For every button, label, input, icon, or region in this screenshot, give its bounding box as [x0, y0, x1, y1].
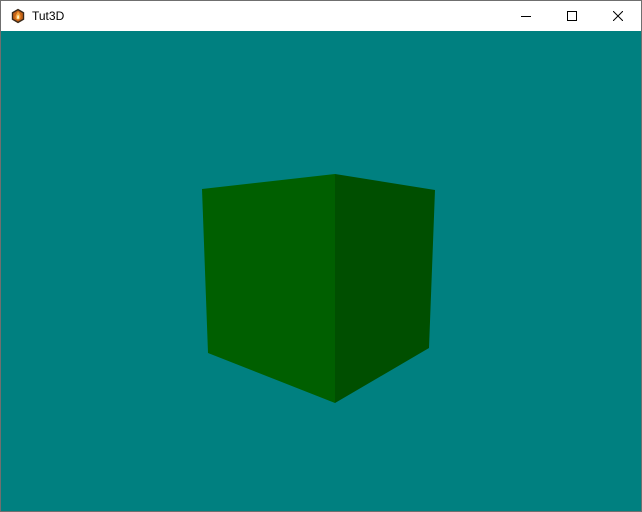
scene-canvas [1, 31, 641, 511]
close-button[interactable] [595, 1, 641, 31]
maximize-icon [567, 11, 577, 21]
title-bar[interactable]: Tut3D [1, 1, 641, 31]
close-icon [613, 11, 623, 21]
window-title: Tut3D [32, 9, 65, 23]
render-viewport[interactable] [1, 31, 641, 511]
maximize-button[interactable] [549, 1, 595, 31]
minimize-button[interactable] [503, 1, 549, 31]
app-flame-icon[interactable] [10, 8, 26, 24]
minimize-icon [521, 16, 531, 17]
app-window: Tut3D [0, 0, 642, 512]
